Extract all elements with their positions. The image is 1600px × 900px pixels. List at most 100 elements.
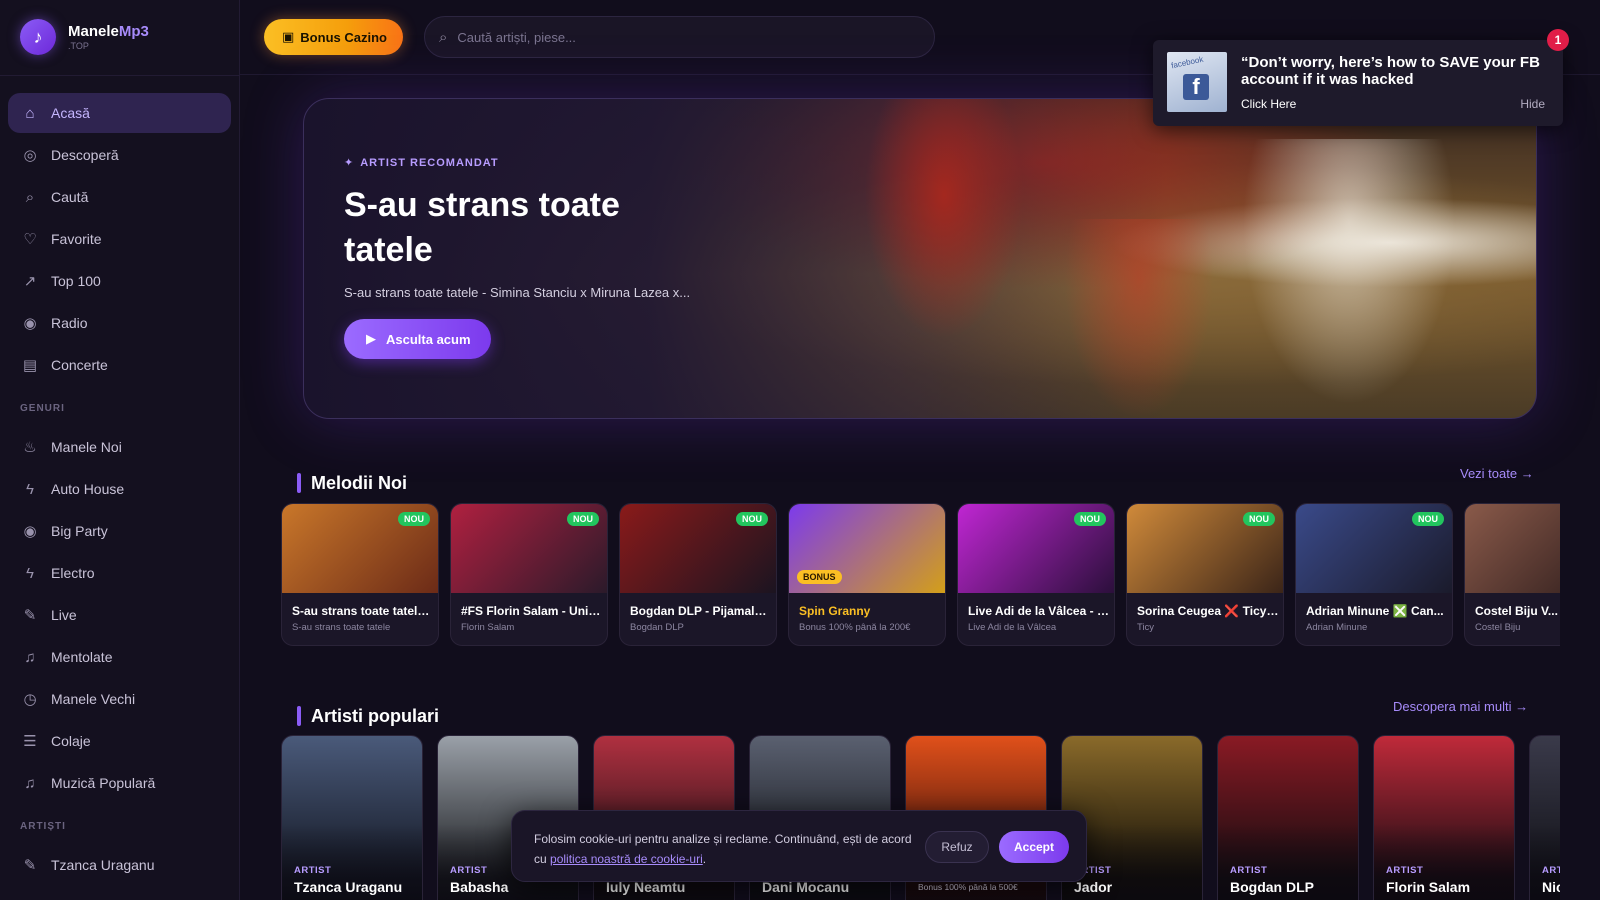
sidebar-item-manele-vechi[interactable]: ◷ Manele Vechi: [8, 679, 231, 719]
ticket-icon: ▤: [22, 357, 38, 374]
new-badge: NOU: [567, 512, 599, 526]
song-card[interactable]: NOU Live Adi de la Vâlcea - T... Live Adi …: [957, 503, 1115, 646]
sidebar-item-descoperă[interactable]: ◎ Descoperă: [8, 135, 231, 175]
facebook-icon: f: [1183, 74, 1209, 100]
sidebar-section-label: ARTIȘTI: [20, 820, 66, 832]
artist-tag: ART: [1542, 865, 1560, 876]
artist-card[interactable]: ARTIST Bogdan DLP: [1217, 735, 1359, 900]
see-all-link[interactable]: Vezi toate →: [1460, 466, 1534, 481]
sidebar-item-label: Caută: [51, 189, 89, 205]
song-title: Spin Granny: [799, 604, 871, 618]
song-card[interactable]: NOU Sorina Ceugea ❌ Ticy ... Ticy: [1126, 503, 1284, 646]
artist-card[interactable]: ARTIST Florin Salam: [1373, 735, 1515, 900]
sidebar-item-label: Radio: [51, 315, 88, 331]
hero-image-figure: [864, 99, 1024, 339]
music-note-icon: ♪: [20, 19, 56, 55]
song-artist: Live Adi de la Vâlcea: [968, 622, 1057, 633]
sidebar-item-caută[interactable]: ⌕ Caută: [8, 177, 231, 217]
push-notification[interactable]: facebook f “Don’t worry, here’s how to S…: [1153, 40, 1563, 126]
music-note-icon: ♫: [24, 774, 36, 792]
notification-click-here[interactable]: Click Here: [1241, 97, 1296, 111]
sidebar-item-live[interactable]: ✎ Live: [8, 595, 231, 635]
cookie-banner: Folosim cookie-uri pentru analize și rec…: [511, 810, 1087, 882]
sidebar-item-colaje[interactable]: ☰ Colaje: [8, 721, 231, 761]
discover-more-link[interactable]: Descopera mai multi →: [1393, 699, 1528, 714]
sidebar-item-muzică-populară[interactable]: ♫ Muzică Populară: [8, 763, 231, 803]
song-card[interactable]: Costel Biju V... Costel Biju: [1464, 503, 1560, 646]
new-badge: NOU: [398, 512, 430, 526]
heart-icon: ♡: [23, 231, 37, 248]
popular-artists-header: Artisti populari: [297, 704, 439, 728]
sidebar-item-concerte[interactable]: ▤ Concerte: [8, 345, 231, 385]
sidebar-divider: [0, 75, 240, 76]
sidebar-item-big-party[interactable]: ◉ Big Party: [8, 511, 231, 551]
artist-tag: ARTIST: [1386, 865, 1424, 876]
compass-icon: ◎: [23, 147, 37, 164]
sidebar-item-favorite[interactable]: ♡ Favorite: [8, 219, 231, 259]
sidebar-item-top-100[interactable]: ↗ Top 100: [8, 261, 231, 301]
song-title: #FS Florin Salam - Uniq...: [461, 604, 603, 618]
artist-tag: ARTIST: [294, 865, 332, 876]
play-icon: ▶: [366, 331, 376, 346]
flame-icon: ♨: [23, 439, 37, 456]
sidebar-item-acasă[interactable]: ⌂ Acasă: [8, 93, 231, 133]
search-input[interactable]: [457, 29, 898, 45]
song-artist: Ticy: [1137, 622, 1155, 633]
sidebar-item-label: Concerte: [51, 357, 108, 373]
sidebar-item-electro[interactable]: ϟ Electro: [8, 553, 231, 593]
cookie-accept-button[interactable]: Accept: [999, 831, 1069, 863]
cookie-policy-link[interactable]: politica noastră de cookie-uri: [550, 852, 703, 866]
listen-now-button[interactable]: ▶ Asculta acum: [344, 319, 491, 359]
song-artist: Adrian Minune: [1306, 622, 1368, 633]
song-title: Sorina Ceugea ❌ Ticy ...: [1137, 604, 1279, 618]
bolt-icon: ϟ: [26, 564, 34, 582]
bonus-casino-button[interactable]: ▣ Bonus Cazino: [264, 19, 403, 55]
song-title: Adrian Minune ❎ Can...: [1306, 604, 1444, 618]
sidebar-item-label: Tzanca Uraganu: [51, 857, 155, 873]
song-artist: Costel Biju: [1475, 622, 1521, 633]
new-badge: NOU: [1074, 512, 1106, 526]
new-songs-title: Melodii Noi: [311, 472, 407, 493]
logo[interactable]: ♪ ManeleMp3 .TOP: [20, 19, 149, 55]
section-accent-bar: [297, 706, 301, 726]
song-card[interactable]: NOU S-au strans toate tatele... S-au stran…: [281, 503, 439, 646]
hero-image-figure: [1064, 219, 1214, 418]
song-card[interactable]: BONUS Spin Granny Bonus 100% până la 200€: [788, 503, 946, 646]
cookie-refuse-button[interactable]: Refuz: [925, 831, 989, 863]
song-title: Live Adi de la Vâlcea - T...: [968, 604, 1110, 618]
sidebar-item-auto-house[interactable]: ϟ Auto House: [8, 469, 231, 509]
sidebar-section-label: GENURI: [20, 402, 65, 414]
cookie-text: Folosim cookie-uri pentru analize și rec…: [534, 832, 912, 866]
search-bar[interactable]: ⌕: [424, 16, 935, 58]
logo-text: ManeleMp3: [68, 22, 149, 40]
song-card[interactable]: NOU Adrian Minune ❎ Can... Adrian Minune: [1295, 503, 1453, 646]
song-thumbnail: [1465, 504, 1560, 593]
notification-thumb-text: facebook: [1170, 54, 1205, 71]
sidebar-item-label: Colaje: [51, 733, 91, 749]
new-badge: NOU: [1243, 512, 1275, 526]
sidebar-item-radio[interactable]: ◉ Radio: [8, 303, 231, 343]
radio-icon: ◉: [23, 523, 37, 540]
song-card[interactable]: NOU Bogdan DLP - Pijamale ... Bogdan DLP: [619, 503, 777, 646]
search-icon: ⌕: [439, 28, 448, 46]
song-title: Costel Biju V...: [1475, 604, 1558, 618]
mic-icon: ✎: [23, 607, 37, 624]
new-songs-row: NOU S-au strans toate tatele... S-au stran…: [281, 503, 1560, 646]
sidebar-item-mentolate[interactable]: ♫ Mentolate: [8, 637, 231, 677]
artist-card[interactable]: ART Nic: [1529, 735, 1560, 900]
artist-name: Babasha: [450, 879, 509, 895]
notification-hide-button[interactable]: Hide: [1520, 97, 1545, 111]
sidebar-item-label: Big Party: [51, 523, 108, 539]
artist-name: Nic: [1542, 879, 1560, 895]
sidebar-item-tzanca-uraganu[interactable]: ✎ Tzanca Uraganu: [8, 845, 231, 885]
new-badge: NOU: [736, 512, 768, 526]
sidebar-item-label: Top 100: [51, 273, 101, 289]
notification-thumbnail: facebook f: [1167, 52, 1227, 112]
song-card[interactable]: NOU #FS Florin Salam - Uniq... Florin Sala…: [450, 503, 608, 646]
song-artist: Bogdan DLP: [630, 622, 684, 633]
artist-card[interactable]: ARTIST Tzanca Uraganu: [281, 735, 423, 900]
sidebar-item-label: Mentolate: [51, 649, 113, 665]
sidebar-item-label: Live: [51, 607, 77, 623]
sidebar-item-manele-noi[interactable]: ♨ Manele Noi: [8, 427, 231, 467]
hero-banner: ✦ ARTIST RECOMANDAT S-au strans toate ta…: [303, 98, 1537, 419]
